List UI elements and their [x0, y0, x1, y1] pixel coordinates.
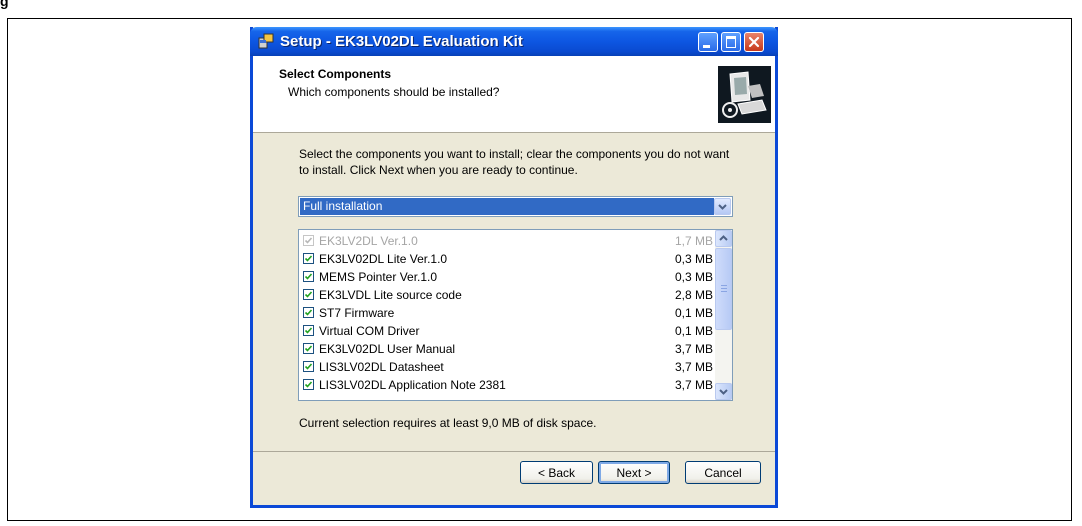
back-button[interactable]: < Back	[520, 461, 593, 484]
page-title: Select Components	[279, 67, 392, 81]
minimize-button[interactable]	[698, 32, 718, 52]
title-bar[interactable]: Setup - EK3LV02DL Evaluation Kit	[250, 27, 778, 56]
maximize-button[interactable]	[721, 32, 741, 52]
component-checkbox[interactable]	[303, 289, 314, 300]
component-row[interactable]: MEMS Pointer Ver.1.0 0,3 MB	[303, 268, 713, 286]
component-row[interactable]: LIS3LV02DL Application Note 2381 3,7 MB	[303, 376, 713, 394]
check-icon	[304, 273, 313, 280]
list-scrollbar[interactable]	[715, 230, 732, 400]
dropdown-arrow-button[interactable]	[714, 198, 731, 215]
setup-window: Setup - EK3LV02DL Evaluation Kit Select …	[250, 27, 778, 508]
scroll-thumb[interactable]	[715, 248, 732, 330]
setup-app-icon	[258, 33, 274, 49]
component-size: 3,7 MB	[674, 360, 713, 374]
page-subtitle: Which components should be installed?	[288, 85, 500, 99]
component-label: EK3LV02DL User Manual	[319, 342, 456, 356]
component-size: 1,7 MB	[674, 234, 713, 248]
grip-line	[721, 285, 727, 286]
component-row[interactable]: EK3LV2DL Ver.1.0 1,7 MB	[303, 232, 713, 250]
check-icon	[304, 309, 313, 316]
component-checkbox[interactable]	[303, 361, 314, 372]
close-button[interactable]	[744, 32, 764, 52]
component-row[interactable]: ST7 Firmware 0,1 MB	[303, 304, 713, 322]
check-icon	[304, 381, 313, 388]
component-size: 0,1 MB	[674, 324, 713, 338]
component-label: EK3LVDL Lite source code	[319, 288, 462, 302]
install-type-value: Full installation	[300, 198, 714, 215]
component-row[interactable]: EK3LV02DL Lite Ver.1.0 0,3 MB	[303, 250, 713, 268]
check-icon	[304, 345, 313, 352]
component-size: 3,7 MB	[674, 342, 713, 356]
instructions-text: Select the components you want to instal…	[299, 147, 730, 177]
component-checkbox[interactable]	[303, 379, 314, 390]
component-label: ST7 Firmware	[319, 306, 395, 320]
chevron-down-icon	[719, 389, 728, 395]
install-type-dropdown[interactable]: Full installation	[298, 196, 733, 217]
grip-line	[721, 288, 727, 289]
check-icon	[304, 291, 313, 298]
scroll-up-button[interactable]	[715, 230, 732, 247]
component-checkbox[interactable]	[303, 307, 314, 318]
component-label: MEMS Pointer Ver.1.0	[319, 270, 438, 284]
component-checkbox[interactable]	[303, 271, 314, 282]
wizard-header: Select Components Which components shoul…	[253, 56, 775, 133]
component-checkbox[interactable]	[303, 343, 314, 354]
component-size: 2,8 MB	[674, 288, 713, 302]
grip-line	[721, 291, 727, 292]
check-icon	[304, 237, 313, 244]
component-checkbox[interactable]	[303, 253, 314, 264]
wizard-content: Select the components you want to instal…	[253, 133, 775, 453]
scroll-down-button[interactable]	[715, 383, 732, 400]
component-row[interactable]: EK3LVDL Lite source code 2,8 MB	[303, 286, 713, 304]
component-label: LIS3LV02DL Application Note 2381	[319, 378, 506, 392]
cancel-button[interactable]: Cancel	[685, 461, 761, 484]
component-size: 0,3 MB	[674, 270, 713, 284]
check-icon	[304, 363, 313, 370]
component-label: LIS3LV02DL Datasheet	[319, 360, 444, 374]
disk-space-text: Current selection requires at least 9,0 …	[299, 416, 597, 430]
component-label: EK3LV2DL Ver.1.0	[319, 234, 418, 248]
component-checkbox[interactable]	[303, 235, 314, 246]
component-row[interactable]: Virtual COM Driver 0,1 MB	[303, 322, 713, 340]
check-icon	[304, 255, 313, 262]
setup-computer-icon	[718, 66, 771, 123]
component-label: EK3LV02DL Lite Ver.1.0	[319, 252, 448, 266]
component-size: 0,1 MB	[674, 306, 713, 320]
chevron-up-icon	[719, 235, 728, 241]
component-checkbox[interactable]	[303, 325, 314, 336]
figure-label: g	[0, 0, 9, 9]
component-row[interactable]: EK3LV02DL User Manual 3,7 MB	[303, 340, 713, 358]
component-label: Virtual COM Driver	[319, 324, 420, 338]
component-row[interactable]: LIS3LV02DL Datasheet 3,7 MB	[303, 358, 713, 376]
next-button[interactable]: Next >	[598, 461, 670, 484]
wizard-footer: < Back Next > Cancel	[253, 451, 775, 509]
component-size: 3,7 MB	[674, 378, 713, 392]
check-icon	[304, 327, 313, 334]
components-list[interactable]: EK3LV2DL Ver.1.0 1,7 MB EK3LV02DL Lite V…	[298, 229, 733, 401]
close-icon	[748, 36, 760, 48]
window-title: Setup - EK3LV02DL Evaluation Kit	[280, 33, 523, 50]
component-size: 0,3 MB	[674, 252, 713, 266]
chevron-down-icon	[718, 204, 727, 210]
